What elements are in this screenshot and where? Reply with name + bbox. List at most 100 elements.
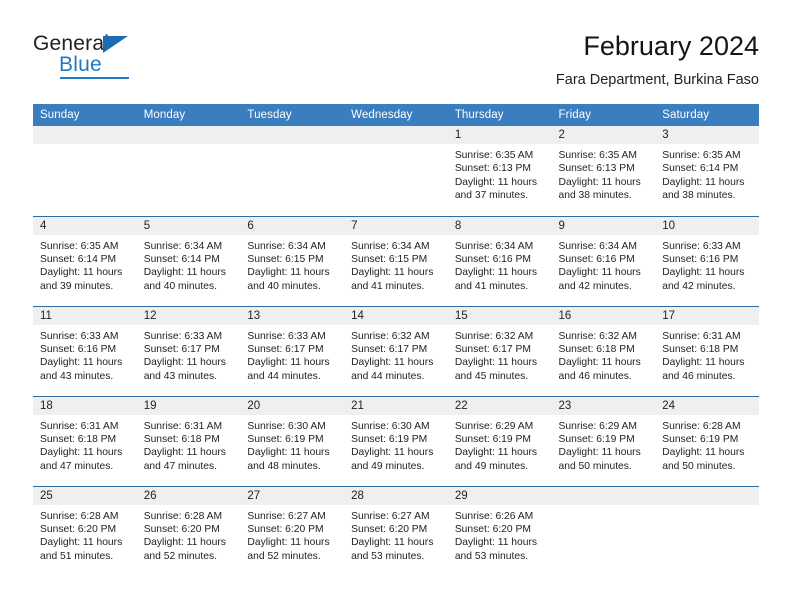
- daylight-duration-line1: Daylight: 11 hours: [558, 447, 641, 459]
- calendar-day-cell[interactable]: 11 Sunrise: 6:33 AM Sunset: 6:16 PM Dayligh…: [33, 306, 137, 397]
- day-number: 11: [33, 306, 137, 325]
- daylight-duration-line2: and 50 minutes.: [662, 460, 736, 472]
- weekday-header-thursday: Thursday: [447, 104, 552, 126]
- calendar-day-cell[interactable]: 19 Sunrise: 6:31 AM Sunset: 6:18 PM Dayligh…: [136, 396, 241, 487]
- calendar-day-cell[interactable]: 15 Sunrise: 6:32 AM Sunset: 6:17 PM Dayligh…: [447, 306, 552, 397]
- day-sun-info: Sunrise: 6:26 AM Sunset: 6:20 PM Daylight:…: [448, 505, 552, 564]
- calendar-day-cell[interactable]: 23 Sunrise: 6:29 AM Sunset: 6:19 PM Dayligh…: [551, 396, 656, 487]
- calendar-day-cell[interactable]: 4 Sunrise: 6:35 AM Sunset: 6:14 PM Daylight…: [33, 216, 137, 307]
- daylight-duration-line1: Daylight: 11 hours: [662, 176, 745, 188]
- sunset-time: Sunset: 6:16 PM: [558, 253, 635, 265]
- sunrise-time: Sunrise: 6:33 AM: [40, 330, 119, 342]
- sunrise-time: Sunrise: 6:27 AM: [351, 510, 430, 522]
- day-number: 22: [447, 396, 552, 415]
- day-number: 21: [344, 396, 448, 415]
- daylight-duration-line1: Daylight: 11 hours: [454, 537, 538, 549]
- day-sun-info: Sunrise: 6:33 AM Sunset: 6:17 PM Daylight:…: [137, 325, 241, 384]
- calendar-day-cell[interactable]: 1 Sunrise: 6:35 AM Sunset: 6:13 PM Daylight…: [447, 126, 552, 217]
- day-number: 17: [655, 306, 759, 325]
- daylight-duration-line1: Daylight: 11 hours: [143, 447, 226, 459]
- sunrise-time: Sunrise: 6:32 AM: [558, 330, 637, 342]
- sunrise-time: Sunrise: 6:27 AM: [247, 510, 326, 522]
- daylight-duration-line1: Daylight: 11 hours: [143, 537, 226, 549]
- day-number: 24: [655, 396, 759, 415]
- calendar-day-cell[interactable]: 18 Sunrise: 6:31 AM Sunset: 6:18 PM Dayligh…: [33, 396, 137, 487]
- calendar-week-row: 18 Sunrise: 6:31 AM Sunset: 6:18 PM Dayligh…: [33, 396, 759, 487]
- daylight-duration-line1: Daylight: 11 hours: [247, 357, 330, 369]
- calendar-day-cell[interactable]: 16 Sunrise: 6:32 AM Sunset: 6:18 PM Dayligh…: [551, 306, 656, 397]
- daylight-duration-line2: and 44 minutes.: [247, 370, 321, 382]
- daylight-duration-line2: and 43 minutes.: [40, 370, 114, 382]
- day-number: 6: [240, 216, 345, 235]
- day-number: [344, 126, 448, 144]
- calendar-day-cell[interactable]: 13 Sunrise: 6:33 AM Sunset: 6:17 PM Dayligh…: [240, 306, 345, 397]
- sunset-time: Sunset: 6:17 PM: [143, 343, 220, 355]
- calendar-day-cell[interactable]: 29 Sunrise: 6:26 AM Sunset: 6:20 PM Dayligh…: [447, 486, 552, 576]
- calendar-day-cell[interactable]: 12 Sunrise: 6:33 AM Sunset: 6:17 PM Dayligh…: [136, 306, 241, 397]
- calendar-week-row: 25 Sunrise: 6:28 AM Sunset: 6:20 PM Dayligh…: [33, 486, 759, 576]
- calendar-day-cell[interactable]: 14 Sunrise: 6:32 AM Sunset: 6:17 PM Dayligh…: [344, 306, 448, 397]
- title-block: February 2024 Fara Department, Burkina F…: [556, 30, 759, 90]
- sunrise-time: Sunrise: 6:26 AM: [454, 510, 534, 522]
- day-sun-info: Sunrise: 6:35 AM Sunset: 6:14 PM Daylight:…: [655, 144, 759, 203]
- calendar-day-cell[interactable]: 26 Sunrise: 6:28 AM Sunset: 6:20 PM Dayligh…: [136, 486, 241, 576]
- calendar-day-cell[interactable]: 10 Sunrise: 6:33 AM Sunset: 6:16 PM Dayligh…: [655, 216, 759, 307]
- weekday-header-friday: Friday: [551, 104, 656, 126]
- daylight-duration-line2: and 42 minutes.: [662, 280, 736, 292]
- calendar-day-cell[interactable]: 9 Sunrise: 6:34 AM Sunset: 6:16 PM Daylight…: [551, 216, 656, 307]
- day-number: [136, 126, 241, 144]
- day-sun-info: Sunrise: 6:34 AM Sunset: 6:14 PM Daylight:…: [137, 235, 241, 294]
- calendar-week-row: 1 Sunrise: 6:35 AM Sunset: 6:13 PM Daylight…: [33, 126, 759, 217]
- day-number: [655, 486, 759, 505]
- calendar-week-row: 4 Sunrise: 6:35 AM Sunset: 6:14 PM Daylight…: [33, 216, 759, 307]
- calendar-day-cell[interactable]: 8 Sunrise: 6:34 AM Sunset: 6:16 PM Daylight…: [447, 216, 552, 307]
- sunset-time: Sunset: 6:17 PM: [351, 343, 428, 355]
- day-number: 26: [136, 486, 241, 505]
- sunset-time: Sunset: 6:20 PM: [454, 523, 531, 535]
- calendar-day-cell[interactable]: 17 Sunrise: 6:31 AM Sunset: 6:18 PM Dayligh…: [655, 306, 759, 397]
- daylight-duration-line2: and 46 minutes.: [662, 370, 736, 382]
- sunrise-time: Sunrise: 6:31 AM: [662, 330, 741, 342]
- sunset-time: Sunset: 6:20 PM: [247, 523, 324, 535]
- calendar-empty-cell: [655, 486, 759, 576]
- calendar-day-cell[interactable]: 21 Sunrise: 6:30 AM Sunset: 6:19 PM Dayligh…: [344, 396, 448, 487]
- day-sun-info: Sunrise: 6:31 AM Sunset: 6:18 PM Daylight:…: [655, 325, 759, 384]
- calendar-day-cell[interactable]: 20 Sunrise: 6:30 AM Sunset: 6:19 PM Dayligh…: [240, 396, 345, 487]
- sunset-time: Sunset: 6:16 PM: [40, 343, 117, 355]
- calendar-weekday-header: Sunday Monday Tuesday Wednesday Thursday…: [33, 104, 759, 126]
- calendar-day-cell[interactable]: 7 Sunrise: 6:34 AM Sunset: 6:15 PM Daylight…: [344, 216, 448, 307]
- day-sun-info: Sunrise: 6:29 AM Sunset: 6:19 PM Daylight:…: [448, 415, 552, 474]
- day-sun-info: Sunrise: 6:34 AM Sunset: 6:16 PM Daylight:…: [448, 235, 552, 294]
- day-sun-info: Sunrise: 6:33 AM Sunset: 6:17 PM Daylight:…: [240, 325, 344, 384]
- calendar-day-cell[interactable]: 2 Sunrise: 6:35 AM Sunset: 6:13 PM Daylight…: [551, 126, 656, 217]
- daylight-duration-line1: Daylight: 11 hours: [558, 267, 641, 279]
- daylight-duration-line1: Daylight: 11 hours: [454, 267, 538, 279]
- daylight-duration-line2: and 47 minutes.: [40, 460, 114, 472]
- calendar-day-cell[interactable]: 3 Sunrise: 6:35 AM Sunset: 6:14 PM Daylight…: [655, 126, 759, 217]
- day-sun-info: Sunrise: 6:28 AM Sunset: 6:19 PM Daylight:…: [655, 415, 759, 474]
- calendar-day-cell[interactable]: 22 Sunrise: 6:29 AM Sunset: 6:19 PM Dayligh…: [447, 396, 552, 487]
- daylight-duration-line1: Daylight: 11 hours: [351, 357, 434, 369]
- calendar-day-cell[interactable]: 5 Sunrise: 6:34 AM Sunset: 6:14 PM Daylight…: [136, 216, 241, 307]
- calendar-day-cell[interactable]: 27 Sunrise: 6:27 AM Sunset: 6:20 PM Dayligh…: [240, 486, 345, 576]
- daylight-duration-line2: and 46 minutes.: [558, 370, 632, 382]
- calendar-week-row: 11 Sunrise: 6:33 AM Sunset: 6:16 PM Dayligh…: [33, 306, 759, 397]
- daylight-duration-line2: and 52 minutes.: [247, 550, 321, 562]
- calendar-day-cell[interactable]: 25 Sunrise: 6:28 AM Sunset: 6:20 PM Dayligh…: [33, 486, 137, 576]
- brand-logo[interactable]: General Blue: [33, 33, 233, 89]
- daylight-duration-line1: Daylight: 11 hours: [454, 447, 538, 459]
- brand-underline: [60, 77, 129, 79]
- calendar-day-cell[interactable]: 6 Sunrise: 6:34 AM Sunset: 6:15 PM Daylight…: [240, 216, 345, 307]
- sunset-time: Sunset: 6:19 PM: [454, 433, 531, 445]
- page-subtitle: Fara Department, Burkina Faso: [555, 72, 759, 88]
- daylight-duration-line2: and 43 minutes.: [143, 370, 217, 382]
- calendar-day-cell[interactable]: 28 Sunrise: 6:27 AM Sunset: 6:20 PM Dayligh…: [344, 486, 448, 576]
- weekday-header-saturday: Saturday: [655, 104, 759, 126]
- sunset-time: Sunset: 6:14 PM: [662, 163, 739, 175]
- weekday-header-sunday: Sunday: [33, 104, 137, 126]
- day-sun-info: Sunrise: 6:27 AM Sunset: 6:20 PM Daylight:…: [344, 505, 448, 564]
- day-sun-info: Sunrise: 6:35 AM Sunset: 6:14 PM Daylight:…: [33, 235, 137, 294]
- calendar-day-cell[interactable]: 24 Sunrise: 6:28 AM Sunset: 6:19 PM Dayligh…: [655, 396, 759, 487]
- day-sun-info: Sunrise: 6:32 AM Sunset: 6:17 PM Daylight:…: [448, 325, 552, 384]
- sunset-time: Sunset: 6:13 PM: [558, 163, 635, 175]
